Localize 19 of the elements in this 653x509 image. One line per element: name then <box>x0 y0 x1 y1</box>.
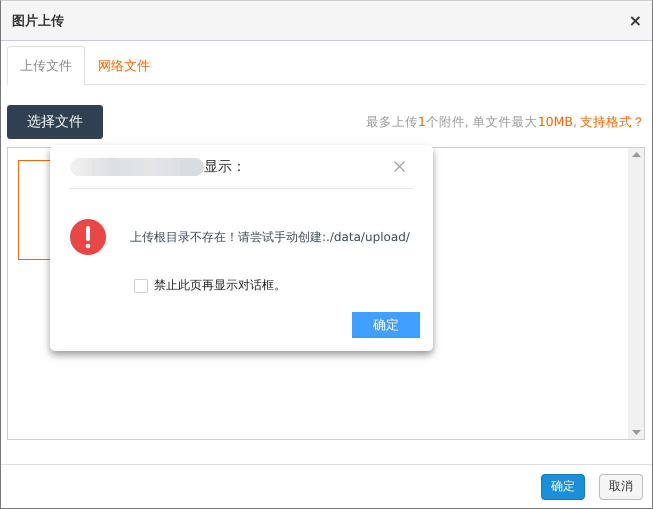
scrollbar[interactable] <box>628 148 644 439</box>
tab[interactable]: 上传文件 <box>7 46 85 85</box>
alert-message: 上传根目录不存在！请尝试手动创建:./data/upload/ <box>130 228 410 246</box>
cancel-button[interactable]: 取消 <box>599 474 643 500</box>
tab[interactable]: 网络文件 <box>85 46 163 85</box>
checkbox-label: 禁止此页再显示对话框。 <box>154 277 286 294</box>
window-title: 图片上传 <box>12 12 64 30</box>
scroll-up-icon[interactable] <box>632 152 640 157</box>
ok-button[interactable]: 确定 <box>352 312 420 338</box>
close-button[interactable]: × <box>628 12 642 28</box>
scroll-down-icon[interactable] <box>632 430 640 435</box>
choose-file-button[interactable]: 选择文件 <box>7 105 103 139</box>
error-icon <box>70 219 106 255</box>
upload-limit-text: 最多上传1个附件, 单文件最大10MB, <box>366 114 577 130</box>
close-icon[interactable] <box>394 161 405 172</box>
checkbox[interactable] <box>134 278 148 292</box>
confirm-button[interactable]: 确定 <box>541 474 585 500</box>
supported-formats-link[interactable]: 支持格式？ <box>580 114 645 130</box>
alert-title: 显示： <box>204 158 246 176</box>
